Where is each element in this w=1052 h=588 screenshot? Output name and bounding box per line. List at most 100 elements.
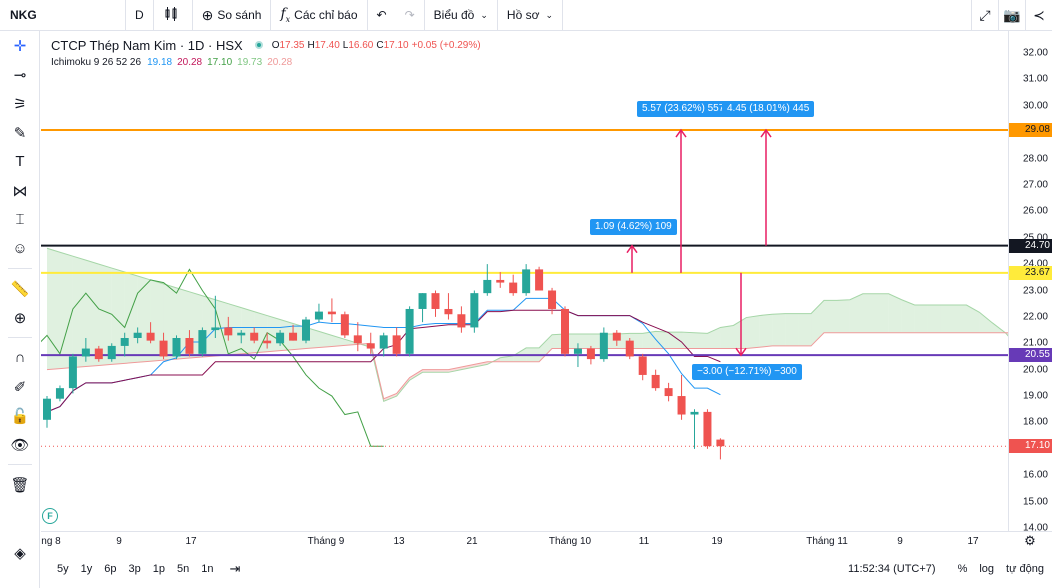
profile-label: Hồ sơ	[506, 8, 540, 22]
candle-body	[224, 327, 233, 336]
profile-menu[interactable]: Hồ sơ ⌄	[498, 0, 563, 31]
screenshot-button[interactable]: 📷	[998, 0, 1025, 31]
candle-body	[677, 396, 686, 415]
stay-drawing-tool[interactable]: ✐	[0, 372, 40, 401]
fib-tool[interactable]: ⚞	[0, 89, 40, 118]
candle-body	[55, 388, 64, 399]
time-axis[interactable]: ng 8 9 17 Tháng 9 13 21 Tháng 10 11 19 Tháng 11 9 1…	[41, 531, 1008, 549]
plus-circle-icon: ⊕	[201, 6, 214, 23]
date-range-icon[interactable]: ⇥	[230, 561, 241, 577]
ichimoku-cloud-segment	[577, 334, 591, 349]
log-toggle[interactable]: log	[979, 563, 994, 575]
zoom-tool[interactable]: ⊕	[0, 303, 40, 332]
object-tree-tool[interactable]: ◈	[0, 538, 40, 567]
share-button[interactable]: ≺	[1025, 0, 1052, 31]
ichimoku-cloud-segment	[241, 307, 255, 354]
price-axis-label: 28.00	[1022, 153, 1048, 165]
range-button-5n[interactable]: 5n	[171, 563, 195, 575]
delete-tool[interactable]: 🗑	[0, 470, 40, 499]
candle-body	[418, 293, 427, 309]
price-axis-label: 32.00	[1022, 47, 1048, 59]
measure-label-4[interactable]: −3.00 (−12.71%) −300	[692, 364, 802, 380]
ichimoku-cloud-segment	[720, 325, 734, 349]
lock-tool[interactable]: 🔓	[0, 401, 40, 430]
symbol-search[interactable]: NKG	[0, 0, 126, 31]
candle-body	[625, 340, 634, 357]
emoji-tool[interactable]: ☺	[0, 234, 40, 263]
range-button-5y[interactable]: 5y	[51, 563, 75, 575]
time-axis-label: 19	[711, 536, 723, 547]
compare-button[interactable]: ⊕ So sánh	[193, 0, 272, 31]
crosshair-tool[interactable]: ✛	[0, 31, 40, 60]
divider	[8, 464, 32, 465]
ichimoku-cloud-segment	[759, 314, 773, 348]
fullscreen-button[interactable]: ⤢	[971, 0, 998, 31]
price-tag: 29.08	[1009, 123, 1052, 138]
range-button-1y[interactable]: 1y	[75, 563, 99, 575]
axis-settings-button[interactable]: ⚙	[1008, 531, 1052, 549]
redo-button[interactable]: ↷	[396, 0, 425, 31]
price-axis-label: 15.00	[1022, 496, 1048, 508]
ichimoku-cloud-segment	[849, 293, 863, 333]
time-axis-label: Tháng 9	[307, 536, 345, 547]
pencil-lock-icon: ✐	[13, 378, 27, 396]
indicator-name[interactable]: Ichimoku 9 26 52 26	[51, 57, 141, 68]
chart-type-menu[interactable]: Biểu đồ ⌄	[425, 0, 498, 31]
time-axis-label: 9	[897, 536, 903, 547]
ichimoku-cloud-segment	[733, 317, 747, 349]
candle-body	[237, 332, 246, 336]
candle-body	[120, 338, 129, 346]
range-button-3p[interactable]: 3p	[123, 563, 147, 575]
price-tag: 24.70	[1009, 238, 1052, 253]
range-button-1p[interactable]: 1p	[147, 563, 171, 575]
ichimoku-cloud-segment	[927, 305, 941, 333]
brush-tool[interactable]: ✎	[0, 118, 40, 147]
time-axis-label: 21	[466, 536, 478, 547]
magnet-tool[interactable]: ∩	[0, 343, 40, 372]
candle-type-button[interactable]	[154, 0, 193, 31]
time-axis-label: ng 8	[41, 536, 61, 547]
candle-body	[405, 308, 414, 354]
range-button-1n[interactable]: 1n	[195, 563, 219, 575]
price-axis[interactable]: 32.0031.0030.0029.0028.0027.0026.0025.00…	[1008, 31, 1052, 534]
price-axis-label: 20.00	[1022, 364, 1048, 376]
measure-label-2[interactable]: 4.45 (18.01%) 445	[722, 101, 815, 117]
chart-pane[interactable]	[41, 31, 1008, 531]
indicators-button[interactable]: fx Các chỉ báo	[271, 0, 368, 31]
percent-toggle[interactable]: %	[958, 563, 968, 575]
range-button-6p[interactable]: 6p	[98, 563, 122, 575]
measure-label-1[interactable]: 5.57 (23.62%) 557	[637, 101, 730, 117]
ichimoku-cloud-segment	[824, 300, 837, 333]
top-toolbar: NKG D ⊕ So sánh fx Các chỉ báo ↶ ↷ Biểu …	[0, 0, 1052, 31]
candle-body	[716, 439, 725, 447]
price-axis-label: 23.00	[1022, 285, 1048, 296]
auto-toggle[interactable]: tự động	[1006, 563, 1044, 575]
ichimoku-cloud-segment	[124, 272, 138, 364]
trendline-tool[interactable]: ⊸	[0, 60, 40, 89]
candle-body	[43, 398, 51, 420]
candle-body	[483, 279, 492, 294]
hide-tool[interactable]: 👁	[0, 430, 40, 459]
indicator-value-4: 19.73	[237, 56, 263, 68]
ruler-price-icon: ⌶	[15, 211, 25, 228]
interval-button[interactable]: D	[126, 0, 154, 31]
measure-tool[interactable]: ⌶	[0, 205, 40, 234]
undo-button[interactable]: ↶	[368, 0, 396, 31]
price-tag: 20.55	[1009, 348, 1052, 363]
price-axis-label: 27.00	[1022, 179, 1048, 191]
layers-icon: ◈	[14, 544, 26, 562]
crosshair-icon: ✛	[13, 37, 27, 55]
candle-body	[263, 340, 272, 344]
ruler-tool[interactable]: 📏	[0, 274, 40, 303]
time-axis-label: 13	[393, 536, 405, 547]
pattern-tool[interactable]: ⋈	[0, 176, 40, 205]
price-axis-label: 16.00	[1022, 469, 1048, 481]
candle-body	[379, 335, 388, 349]
text-icon: T	[15, 153, 25, 170]
brush-icon: ✎	[13, 124, 27, 142]
measure-label-3[interactable]: 1.09 (4.62%) 109	[590, 219, 677, 235]
ruler-icon: 📏	[10, 280, 30, 298]
text-tool[interactable]: T	[0, 147, 40, 176]
magnet-icon: ∩	[14, 349, 26, 366]
candle-body	[314, 311, 323, 320]
